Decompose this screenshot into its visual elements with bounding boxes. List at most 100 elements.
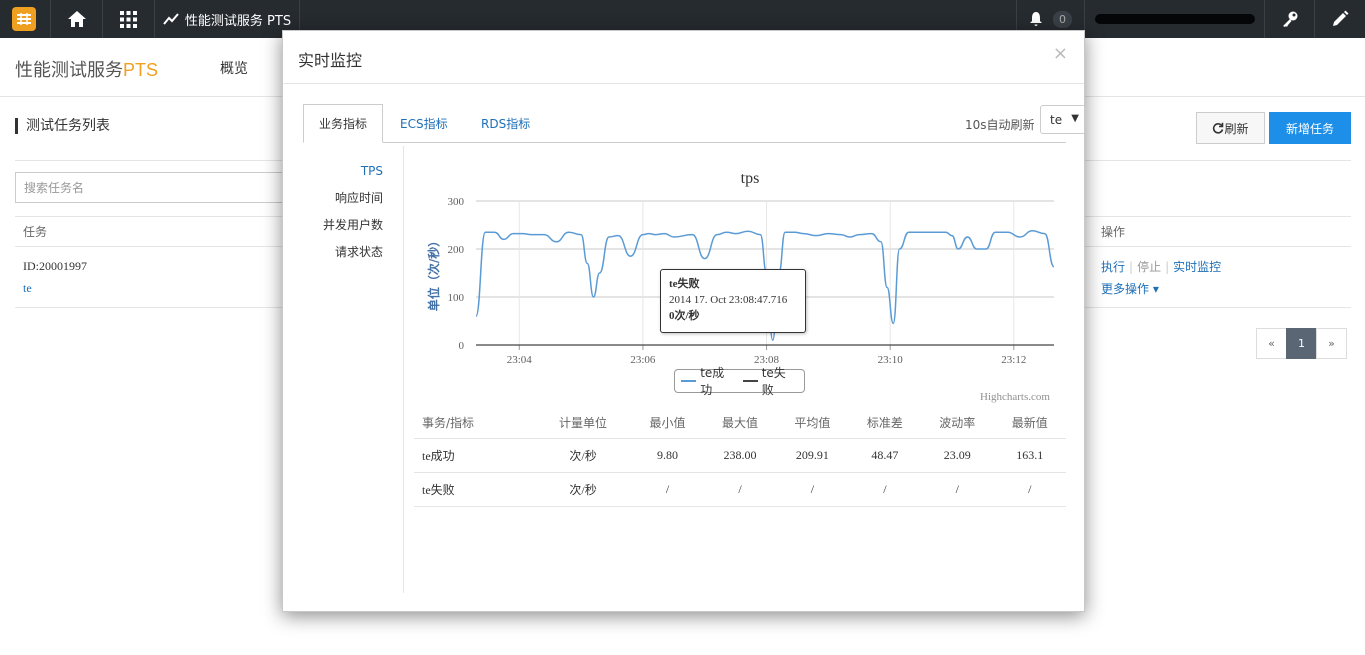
realtime-monitor-modal: 实时监控 × 业务指标 ECS指标 RDS指标 10s自动刷新 te ▼ TPS… (282, 30, 1086, 612)
stats-cell: / (776, 472, 849, 507)
stats-header: 最新值 (993, 408, 1066, 439)
stats-header: 标准差 (848, 408, 922, 439)
stats-cell: 次/秒 (534, 472, 632, 507)
product-menu[interactable]: 性能测试服务 PTS (154, 0, 300, 38)
key-icon[interactable] (1264, 0, 1314, 38)
product-label: 性能测试服务 PTS (184, 13, 292, 29)
trend-icon (163, 13, 179, 25)
stats-header: 平均值 (776, 408, 849, 439)
refresh-icon (1213, 122, 1224, 134)
task-select[interactable]: te ▼ (1040, 105, 1086, 134)
tooltip-series: te失败 (669, 278, 700, 290)
more-actions-dropdown[interactable]: 更多操作 ▾ (1101, 280, 1159, 297)
stats-header-row: 事务/指标 计量单位 最小值 最大值 平均值 标准差 波动率 最新值 (414, 408, 1066, 439)
x-tick-label: 23:06 (630, 354, 656, 366)
legend-label: te失败 (761, 366, 786, 397)
stats-cell: / (703, 472, 777, 507)
refresh-button[interactable]: 刷新 (1196, 112, 1265, 144)
stats-cell: 次/秒 (534, 438, 632, 473)
caret-down-icon: ▼ (1071, 113, 1079, 124)
stats-header: 波动率 (921, 408, 994, 439)
tooltip-time: 2014 17. Oct 23:08:47.716 (669, 294, 788, 306)
close-icon[interactable]: × (1053, 43, 1068, 64)
stats-cell: 23.09 (921, 438, 994, 473)
realtime-monitor-link[interactable]: 实时监控 (1173, 260, 1221, 274)
stats-cell: 163.1 (993, 438, 1066, 473)
stats-table: 事务/指标 计量单位 最小值 最大值 平均值 标准差 波动率 最新值 te成功 … (414, 408, 1066, 507)
task-name-link[interactable]: te (23, 281, 32, 296)
side-item-concurrent-users[interactable]: 并发用户数 (303, 213, 403, 240)
side-item-response-time[interactable]: 响应时间 (303, 186, 403, 213)
legend-swatch (742, 380, 758, 382)
stats-cell: 48.47 (848, 438, 922, 473)
tab-business-metrics[interactable]: 业务指标 (303, 104, 383, 143)
tab-rds-metrics[interactable]: RDS指标 (481, 104, 530, 143)
tab-ecs-metrics[interactable]: ECS指标 (400, 104, 448, 143)
legend-item-fail[interactable]: te失败 (742, 364, 797, 398)
stats-cell: 9.80 (631, 438, 704, 473)
apps-grid-icon[interactable] (102, 0, 154, 38)
console-logo-icon[interactable] (12, 7, 36, 31)
stats-header: 最小值 (631, 408, 704, 439)
legend-item-success[interactable]: te成功 (681, 364, 735, 398)
table-row: te成功 次/秒 9.80 238.00 209.91 48.47 23.09 … (414, 438, 1066, 473)
stats-cell: / (631, 472, 704, 507)
y-tick-label: 300 (448, 196, 465, 208)
pencil-icon[interactable] (1314, 0, 1365, 38)
section-title: 测试任务列表 (15, 118, 110, 134)
caret-down-icon: ▾ (1152, 282, 1159, 296)
pager-page[interactable]: 1 (1286, 328, 1317, 359)
task-select-value: te (1050, 112, 1063, 127)
stats-cell: te成功 (414, 438, 535, 473)
chart-legend: te成功 te失败 (674, 366, 805, 397)
stats-cell: te失败 (414, 472, 535, 507)
tooltip-value: 0次/秒 (669, 310, 700, 322)
y-tick-label: 100 (448, 292, 465, 304)
column-header-task: 任务 (23, 225, 48, 239)
modal-divider (283, 83, 1084, 84)
stats-cell: 209.91 (776, 438, 849, 473)
legend-swatch (681, 380, 697, 382)
task-search-input[interactable]: 搜索任务名 (15, 172, 295, 203)
notification-count-badge: 0 (1053, 10, 1072, 28)
home-icon[interactable] (50, 0, 102, 38)
run-link[interactable]: 执行 (1101, 260, 1125, 274)
side-item-tps[interactable]: TPS (303, 159, 403, 186)
y-axis-label: 单位（次/秒） (426, 235, 441, 311)
column-header-ops: 操作 (1101, 225, 1126, 239)
chart-credit[interactable]: Highcharts.com (980, 391, 1050, 403)
table-row: te失败 次/秒 / / / / / / (414, 472, 1066, 507)
redacted-username (1094, 14, 1255, 24)
account-menu[interactable] (1084, 0, 1264, 38)
brand-accent: PTS (123, 60, 159, 80)
brand-title: 性能测试服务PTS (15, 56, 158, 82)
x-tick-label: 23:12 (1001, 354, 1026, 366)
brand-main: 性能测试服务 (15, 60, 123, 80)
stats-cell: / (848, 472, 922, 507)
x-tick-label: 23:10 (878, 354, 904, 366)
nav-overview[interactable]: 概览 (220, 58, 248, 78)
refresh-label: 刷新 (1224, 121, 1249, 136)
y-tick-label: 0 (459, 340, 465, 352)
stats-cell: / (921, 472, 994, 507)
stats-header: 事务/指标 (414, 408, 535, 439)
chart-title: tps (741, 170, 760, 187)
stats-header: 计量单位 (534, 408, 632, 439)
pager-prev[interactable]: « (1256, 328, 1287, 359)
x-tick-label: 23:04 (507, 354, 533, 366)
stats-cell: / (993, 472, 1066, 507)
legend-label: te成功 (700, 366, 725, 397)
side-item-request-status[interactable]: 请求状态 (303, 240, 403, 267)
metric-tabs: 业务指标 ECS指标 RDS指标 10s自动刷新 te ▼ (303, 104, 1086, 143)
task-id: ID:20001997 (23, 259, 87, 273)
metric-side-menu: TPS 响应时间 并发用户数 请求状态 (303, 159, 403, 267)
stop-link[interactable]: 停止 (1137, 260, 1161, 274)
chart-tooltip: te失败 2014 17. Oct 23:08:47.716 0次/秒 (660, 269, 806, 333)
side-divider (403, 146, 404, 593)
bell-icon (1030, 12, 1042, 26)
new-task-button[interactable]: 新增任务 (1269, 112, 1351, 144)
stats-header: 最大值 (703, 408, 777, 439)
stats-cell: 238.00 (703, 438, 777, 473)
pager-next[interactable]: » (1316, 328, 1347, 359)
modal-title: 实时监控 (298, 51, 363, 70)
